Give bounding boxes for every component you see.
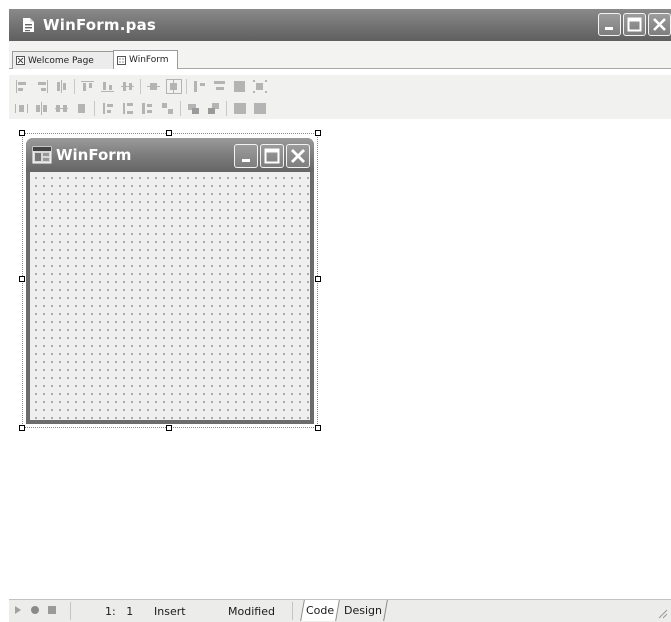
toolbar-separator bbox=[94, 100, 95, 116]
form-minimize-button[interactable] bbox=[234, 144, 258, 168]
tab-order-icon[interactable] bbox=[253, 102, 267, 115]
increase-vspace-icon[interactable] bbox=[101, 102, 115, 115]
tab-winform[interactable]: WinForm bbox=[113, 50, 178, 69]
maximize-button[interactable] bbox=[623, 13, 646, 36]
center-horizontal-icon[interactable] bbox=[147, 80, 161, 93]
same-size-icon[interactable] bbox=[233, 80, 247, 93]
center-vertical-icon[interactable] bbox=[166, 78, 182, 94]
form-close-button[interactable] bbox=[286, 144, 310, 168]
grid-size-icon[interactable] bbox=[253, 79, 267, 93]
resize-handle-top[interactable] bbox=[166, 130, 172, 136]
size-grip-icon[interactable] bbox=[657, 608, 668, 619]
tab-welcome-page[interactable]: Welcome Page bbox=[12, 51, 114, 69]
lock-icon[interactable] bbox=[233, 102, 247, 115]
bring-to-front-icon[interactable] bbox=[187, 102, 201, 115]
play-icon[interactable] bbox=[14, 605, 22, 618]
resize-handle-bottom-right[interactable] bbox=[315, 425, 321, 431]
minimize-icon bbox=[241, 158, 250, 162]
document-icon bbox=[17, 14, 39, 36]
form-grid-icon bbox=[117, 55, 126, 65]
decrease-hspace-icon[interactable] bbox=[35, 101, 49, 115]
close-icon bbox=[291, 149, 305, 163]
toolbar-separator bbox=[186, 78, 187, 94]
remove-vspace-icon[interactable] bbox=[161, 102, 175, 115]
resize-handle-left[interactable] bbox=[19, 276, 25, 282]
align-bottom-icon[interactable] bbox=[101, 80, 115, 93]
increase-hspace-icon[interactable] bbox=[15, 102, 29, 115]
tab-label: Welcome Page bbox=[28, 55, 94, 66]
resize-handle-top-right[interactable] bbox=[315, 130, 321, 136]
status-bar: 1: 1 Insert Modified Code Design bbox=[9, 599, 671, 622]
align-left-icon[interactable] bbox=[15, 79, 29, 93]
designed-form[interactable]: WinForm bbox=[26, 138, 314, 424]
form-title: WinForm bbox=[56, 146, 132, 164]
resize-handle-bottom-left[interactable] bbox=[19, 425, 25, 431]
align-top-icon[interactable] bbox=[81, 80, 95, 93]
remove-hspace-icon[interactable] bbox=[75, 102, 89, 115]
maximize-icon bbox=[627, 17, 642, 32]
status-divider bbox=[70, 602, 71, 620]
window-title-bar[interactable]: WinForm.pas bbox=[9, 9, 671, 41]
tab-code[interactable]: Code bbox=[300, 600, 341, 621]
toolbar-separator bbox=[140, 78, 141, 94]
resize-handle-top-left[interactable] bbox=[19, 130, 25, 136]
window-title: WinForm.pas bbox=[43, 16, 157, 34]
minimize-icon bbox=[605, 27, 613, 30]
cursor-position: 1: 1 bbox=[105, 605, 134, 618]
alignment-toolbar bbox=[9, 75, 671, 97]
stop-icon[interactable] bbox=[47, 605, 57, 618]
align-center-horizontal-icon[interactable] bbox=[55, 79, 69, 93]
space-equal-horizontal-icon[interactable] bbox=[193, 80, 207, 93]
edit-mode: Insert bbox=[154, 605, 186, 618]
close-icon bbox=[653, 18, 666, 31]
application-icon bbox=[32, 145, 52, 165]
equal-vspace-icon[interactable] bbox=[141, 102, 155, 115]
form-title-bar[interactable]: WinForm bbox=[26, 138, 314, 172]
minimize-button[interactable] bbox=[598, 13, 621, 36]
tab-label: WinForm bbox=[129, 55, 169, 65]
document-tabs: Welcome Page WinForm bbox=[9, 41, 671, 69]
record-icon[interactable] bbox=[30, 605, 40, 618]
maximize-icon bbox=[264, 148, 280, 164]
resize-handle-right[interactable] bbox=[315, 276, 321, 282]
tab-design[interactable]: Design bbox=[339, 600, 388, 621]
status-divider bbox=[292, 602, 293, 620]
align-right-icon[interactable] bbox=[35, 79, 49, 93]
form-maximize-button[interactable] bbox=[260, 144, 284, 168]
left-margin bbox=[0, 0, 9, 622]
equal-hspace-icon[interactable] bbox=[55, 102, 69, 115]
form-client-area[interactable] bbox=[30, 172, 310, 420]
modified-indicator: Modified bbox=[228, 605, 275, 618]
close-box-icon bbox=[16, 56, 25, 65]
decrease-vspace-icon[interactable] bbox=[121, 102, 135, 115]
toolbar-separator bbox=[226, 100, 227, 116]
toolbar-separator bbox=[74, 78, 75, 94]
spacing-toolbar bbox=[9, 97, 671, 119]
resize-handle-bottom[interactable] bbox=[166, 425, 172, 431]
toolbar-separator bbox=[180, 100, 181, 116]
send-to-back-icon[interactable] bbox=[207, 102, 221, 115]
align-middle-vertical-icon[interactable] bbox=[121, 80, 135, 93]
space-equal-vertical-icon[interactable] bbox=[213, 80, 227, 93]
close-button[interactable] bbox=[648, 13, 671, 36]
